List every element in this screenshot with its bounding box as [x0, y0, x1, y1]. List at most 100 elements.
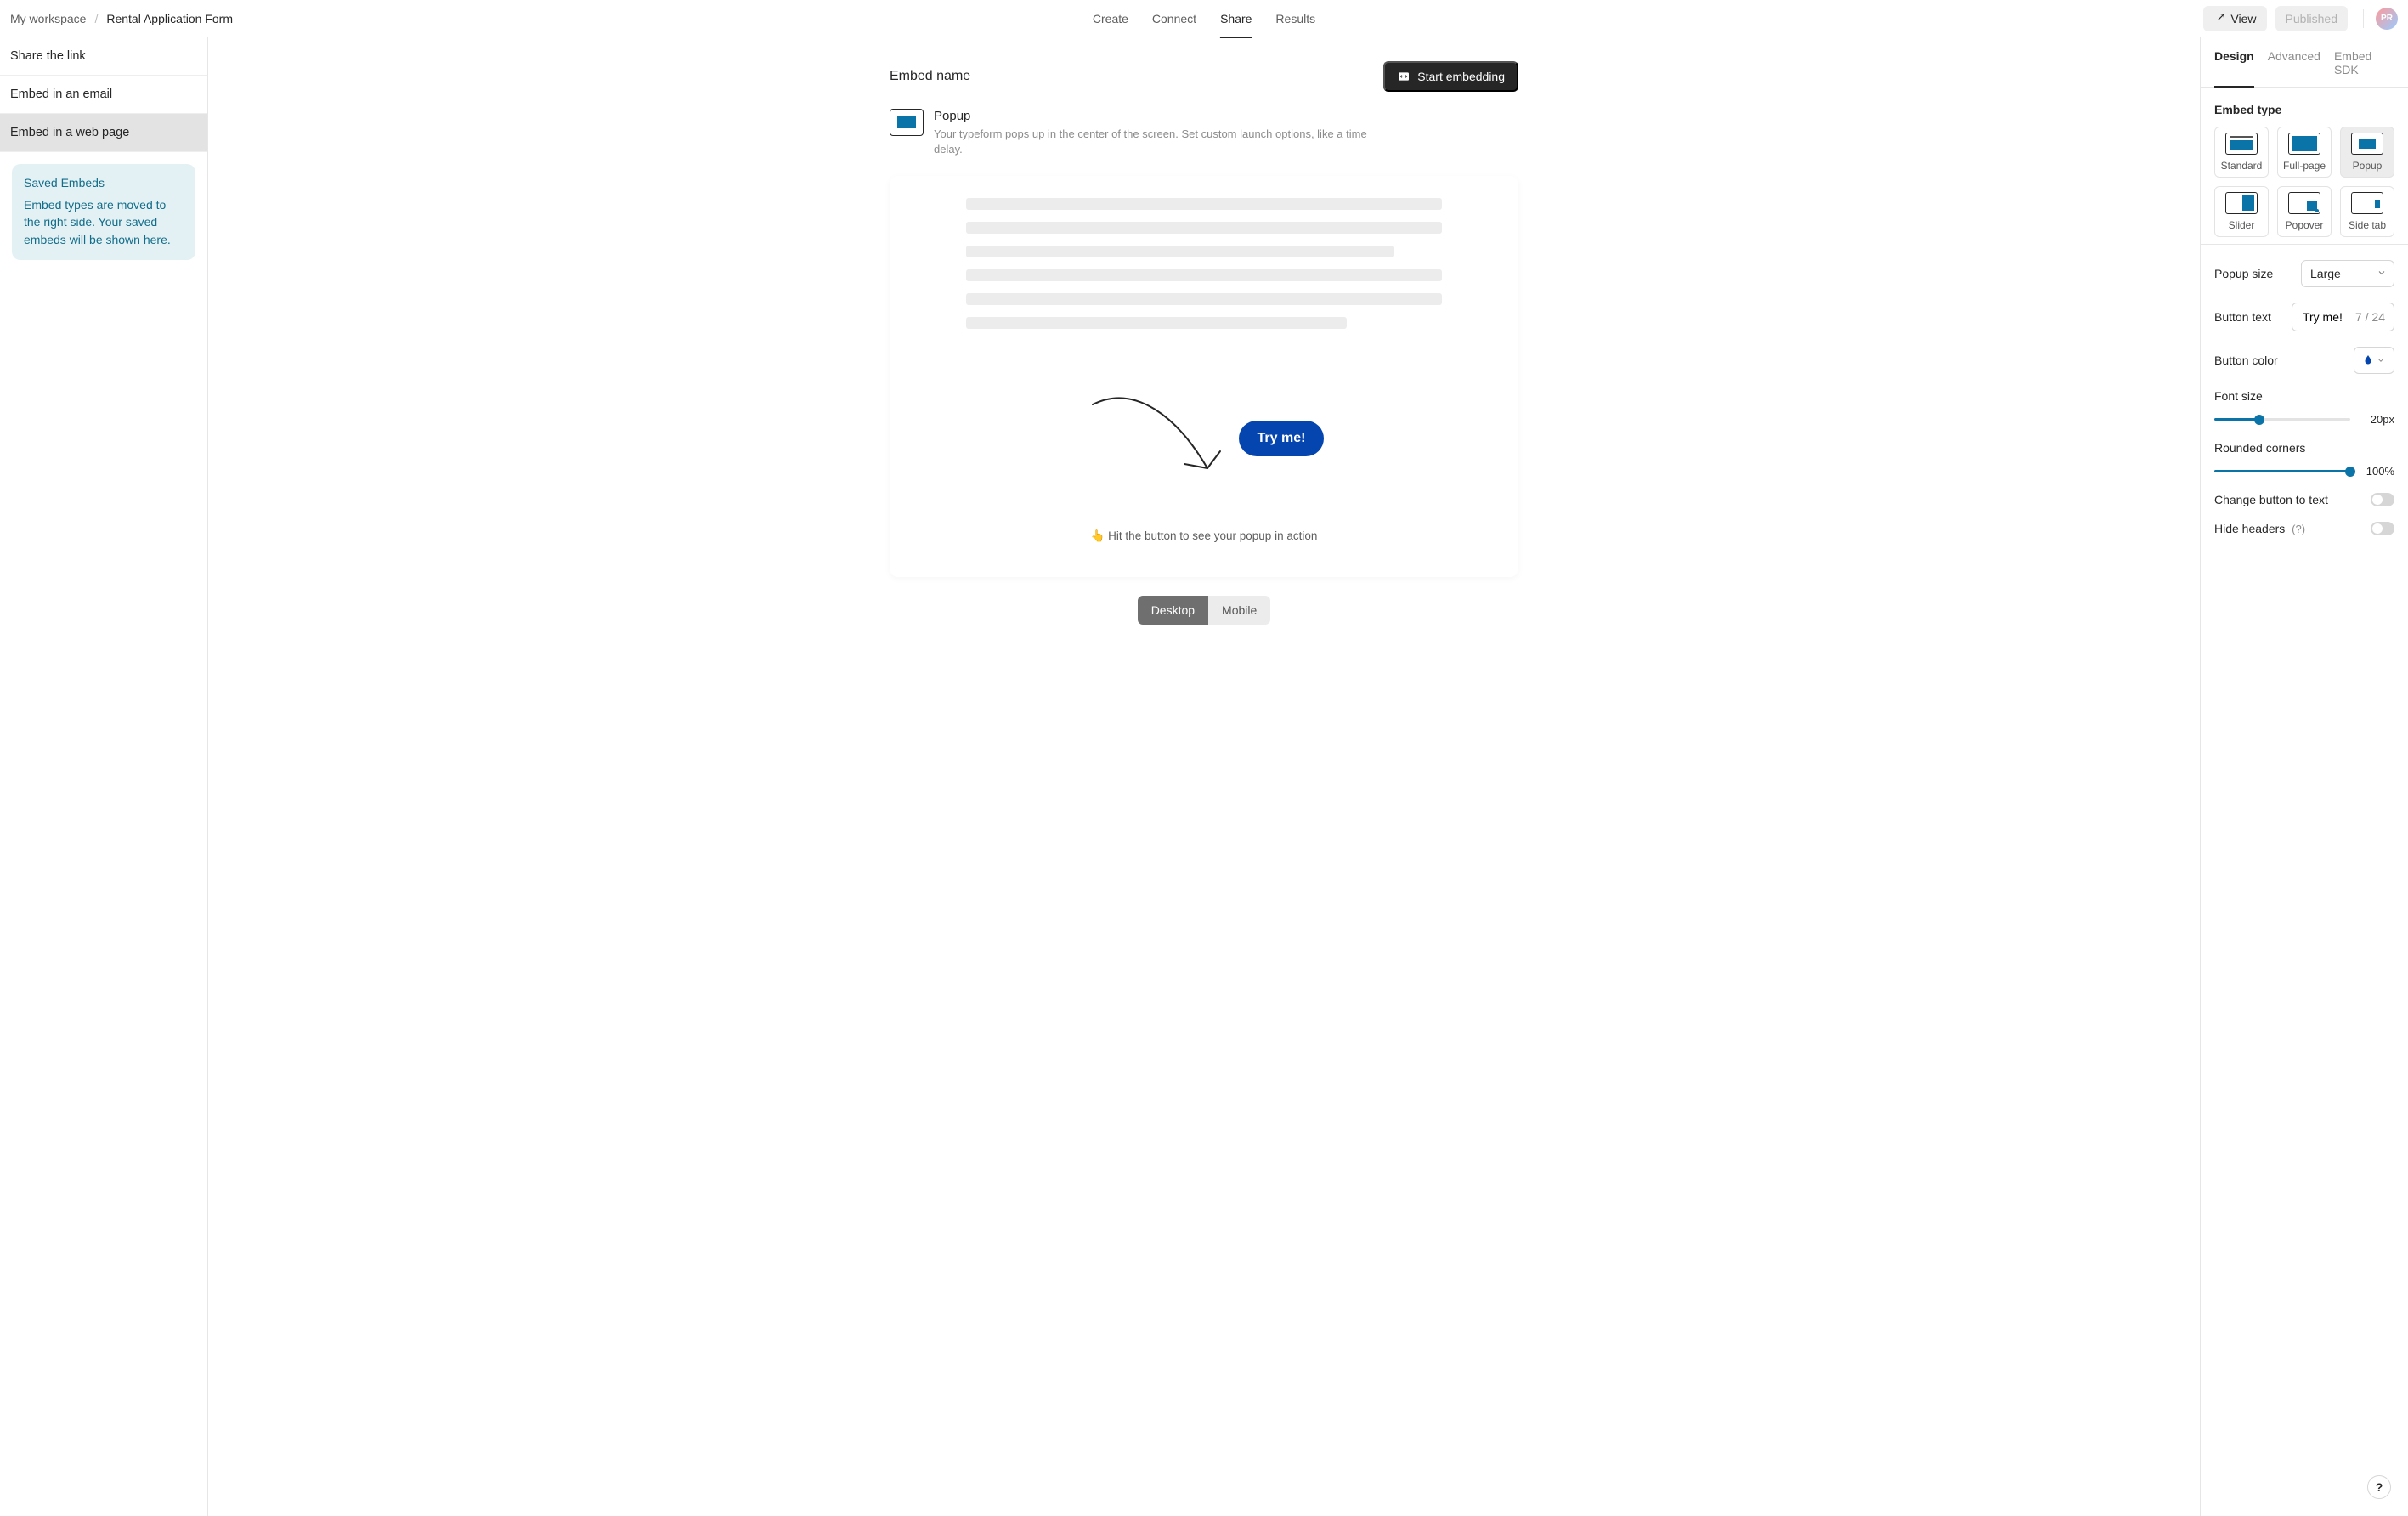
- skeleton-line: [966, 246, 1394, 257]
- embed-type-standard-label: Standard: [2221, 160, 2263, 177]
- published-button-label: Published: [2286, 12, 2338, 25]
- droplet-icon: [2363, 354, 2373, 368]
- embed-type-slider[interactable]: Slider: [2214, 186, 2269, 237]
- sidebar-embed-web[interactable]: Embed in a web page: [0, 114, 207, 152]
- rounded-corners-slider[interactable]: [2214, 470, 2350, 472]
- breadcrumb-separator: /: [94, 12, 98, 25]
- embed-type-sidetab-label: Side tab: [2349, 219, 2386, 236]
- preview-card: Try me! 👆 Hit the button to see your pop…: [890, 176, 1518, 577]
- embed-type-popup[interactable]: Popup: [2340, 127, 2394, 178]
- user-avatar[interactable]: PR: [2376, 8, 2398, 30]
- standard-icon: [2225, 133, 2258, 155]
- button-text-field[interactable]: 7 / 24: [2292, 303, 2394, 331]
- breadcrumb-form-name[interactable]: Rental Application Form: [106, 12, 233, 25]
- font-size-slider[interactable]: [2214, 418, 2350, 421]
- rounded-corners-row: Rounded corners 100%: [2214, 441, 2394, 478]
- center-panel: Embed name Start embedding Popup Your ty…: [208, 37, 2200, 1516]
- breadcrumb-workspace[interactable]: My workspace: [10, 12, 86, 25]
- tab-design[interactable]: Design: [2214, 37, 2254, 87]
- design-panel-tabs: Design Advanced Embed SDK: [2201, 37, 2408, 88]
- skeleton-lines: [966, 198, 1442, 329]
- fullpage-icon: [2288, 133, 2320, 155]
- saved-embeds-card: Saved Embeds Embed types are moved to th…: [12, 164, 195, 260]
- saved-embeds-body: Embed types are moved to the right side.…: [24, 196, 184, 248]
- tab-embed-sdk[interactable]: Embed SDK: [2334, 37, 2394, 87]
- button-text-input[interactable]: [2301, 309, 2349, 325]
- embed-type-sidetab[interactable]: Side tab: [2340, 186, 2394, 237]
- popup-size-value: Large: [2310, 267, 2341, 280]
- button-text-counter: 7 / 24: [2355, 310, 2385, 324]
- nav-create[interactable]: Create: [1093, 0, 1128, 37]
- published-button: Published: [2275, 6, 2349, 31]
- button-text-label: Button text: [2214, 310, 2271, 324]
- font-size-label: Font size: [2214, 389, 2394, 403]
- sidebar-embed-email[interactable]: Embed in an email: [0, 76, 207, 114]
- chevron-down-icon: [2377, 356, 2385, 365]
- device-mobile[interactable]: Mobile: [1208, 596, 1270, 625]
- popup-size-row: Popup size Large: [2214, 260, 2394, 287]
- nav-results[interactable]: Results: [1275, 0, 1315, 37]
- external-link-icon: [2213, 13, 2225, 25]
- top-right-controls: View Published PR: [2203, 6, 2398, 31]
- breadcrumb: My workspace / Rental Application Form: [10, 12, 233, 25]
- saved-embeds-title: Saved Embeds: [24, 176, 184, 190]
- divider: [2201, 244, 2408, 245]
- embed-type-section-title: Embed type: [2214, 103, 2394, 116]
- embed-type-popover-label: Popover: [2286, 219, 2324, 236]
- embed-type-summary: Popup Your typeform pops up in the cente…: [890, 109, 1518, 157]
- device-desktop[interactable]: Desktop: [1138, 596, 1208, 625]
- button-color-picker[interactable]: [2354, 347, 2394, 374]
- embed-type-grid: Standard Full-page Popup Slider Popover …: [2214, 127, 2394, 237]
- left-sidebar: Share the link Embed in an email Embed i…: [0, 37, 208, 1516]
- sidebar-share-link[interactable]: Share the link: [0, 37, 207, 76]
- main-shell: Share the link Embed in an email Embed i…: [0, 37, 2408, 1516]
- preview-cta-area: Try me!: [1084, 375, 1325, 502]
- preview-hint: 👆 Hit the button to see your popup in ac…: [1091, 529, 1318, 543]
- embed-type-desc: Your typeform pops up in the center of t…: [934, 127, 1376, 157]
- top-bar: My workspace / Rental Application Form C…: [0, 0, 2408, 37]
- sidetab-icon: [2351, 192, 2383, 214]
- embed-type-standard[interactable]: Standard: [2214, 127, 2269, 178]
- embed-type-fullpage[interactable]: Full-page: [2277, 127, 2332, 178]
- help-icon[interactable]: (?): [2292, 523, 2305, 535]
- embed-name-row: Embed name Start embedding: [890, 61, 1518, 92]
- device-toggle: Desktop Mobile: [1138, 596, 1271, 625]
- right-panel: Design Advanced Embed SDK Embed type Sta…: [2200, 37, 2408, 1516]
- button-text-row: Button text 7 / 24: [2214, 303, 2394, 331]
- font-size-value: 20px: [2360, 413, 2394, 426]
- chevron-down-icon: [2377, 267, 2387, 280]
- popover-icon: [2288, 192, 2320, 214]
- skeleton-line: [966, 222, 1442, 234]
- view-button[interactable]: View: [2203, 6, 2266, 31]
- divider: [2363, 9, 2364, 28]
- hide-headers-label: Hide headers (?): [2214, 522, 2305, 535]
- help-fab-button[interactable]: ?: [2367, 1475, 2391, 1499]
- top-nav: Create Connect Share Results: [1093, 0, 1315, 37]
- slider-icon: [2225, 192, 2258, 214]
- skeleton-line: [966, 269, 1442, 281]
- embed-type-popup-label: Popup: [2353, 160, 2383, 177]
- skeleton-line: [966, 317, 1347, 329]
- avatar-initials: PR: [2381, 14, 2393, 23]
- popup-size-select[interactable]: Large: [2301, 260, 2394, 287]
- try-me-button[interactable]: Try me!: [1239, 421, 1325, 456]
- change-to-text-toggle[interactable]: [2371, 493, 2394, 506]
- skeleton-line: [966, 198, 1442, 210]
- hide-headers-row: Hide headers (?): [2214, 522, 2394, 535]
- start-embedding-button[interactable]: Start embedding: [1383, 61, 1518, 92]
- hide-headers-toggle[interactable]: [2371, 522, 2394, 535]
- tab-advanced[interactable]: Advanced: [2268, 37, 2320, 87]
- rounded-corners-label: Rounded corners: [2214, 441, 2394, 455]
- embed-name-label: Embed name: [890, 69, 970, 84]
- button-color-label: Button color: [2214, 354, 2278, 367]
- font-size-row: Font size 20px: [2214, 389, 2394, 426]
- nav-connect[interactable]: Connect: [1152, 0, 1196, 37]
- popup-type-icon: [890, 109, 924, 136]
- embed-type-popover[interactable]: Popover: [2277, 186, 2332, 237]
- nav-share[interactable]: Share: [1220, 0, 1252, 37]
- popup-size-label: Popup size: [2214, 267, 2273, 280]
- rounded-corners-value: 100%: [2360, 465, 2394, 478]
- view-button-label: View: [2230, 12, 2256, 25]
- embed-type-fullpage-label: Full-page: [2283, 160, 2326, 177]
- code-icon: [1397, 70, 1410, 83]
